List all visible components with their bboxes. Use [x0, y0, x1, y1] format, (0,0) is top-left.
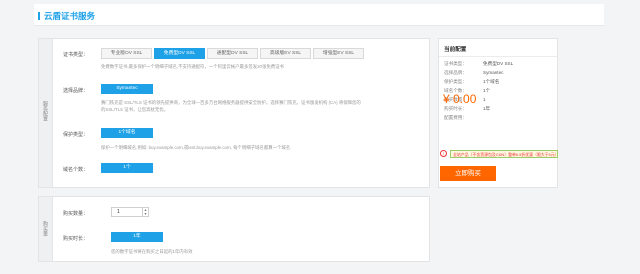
tab-cert-pro-ov[interactable]: 专业版OV SSL: [101, 48, 152, 59]
summary-value-domain-count: 1个: [483, 88, 491, 93]
tab-cert-free-dv[interactable]: 免费型DV SSL: [154, 48, 205, 59]
brand-hint-line1: 赛门铁克是 SSL/TLS 证书的领先提供商，为全球一百多万台网络服务器提供安全…: [101, 100, 361, 105]
summary-title: 当前配置: [444, 47, 467, 53]
tab-cert-advanced-ev[interactable]: 高级版EV SSL: [260, 48, 311, 59]
brand-symantec-button[interactable]: Symantec: [101, 84, 153, 94]
duration-label: 购买时长：: [63, 236, 89, 242]
summary-key-cert-type: 证书类型：: [444, 61, 467, 66]
purchase-section: 购买量 购买数量： 1 ▲ ▼ 购买时长： 1年 您的数字证书将在购买之日起的1年…: [38, 196, 430, 262]
domain-type-label: 保护类型：: [63, 132, 89, 138]
page-header: 云盾证书服务: [34, 4, 604, 26]
summary-key-domain-type: 保护类型：: [444, 79, 467, 84]
summary-divider: [439, 56, 557, 57]
duration-hint: 您的数字证书将在购买之日起的1年内有效: [111, 249, 193, 254]
quantity-value: 1: [117, 209, 120, 215]
domain-count-label: 域名个数：: [63, 167, 89, 173]
summary-key-brand: 选择品牌：: [444, 70, 467, 75]
promo-notice: ! 全站产品（不含资源包及CDN）整单6.5折优惠（限大于5元）: [438, 150, 558, 159]
purchase-side-label: 购买量: [39, 197, 53, 261]
domain-count-button[interactable]: 1个: [101, 163, 153, 173]
domain-type-button[interactable]: 1个域名: [101, 128, 153, 138]
summary-value-duration: 1年: [483, 106, 491, 111]
cert-type-label: 证书类型：: [63, 52, 89, 58]
config-section: 服务配置 证书类型： 专业版OV SSL 免费型DV SSL 通配型DV SSL…: [38, 38, 430, 188]
tab-cert-wildcard-dv[interactable]: 通配型DV SSL: [207, 48, 258, 59]
config-side-label: 服务配置: [39, 39, 53, 187]
summary-key-duration: 购买时长：: [444, 106, 467, 111]
quantity-stepper[interactable]: 1 ▲ ▼: [111, 207, 149, 217]
header-accent-bar: [38, 12, 40, 20]
domain-type-hint: 保护一个明细域名,例如: buy.example.com,或test.buy.e…: [101, 145, 291, 150]
duration-button[interactable]: 1年: [111, 232, 163, 242]
page-title: 云盾证书服务: [44, 11, 96, 21]
exclamation-icon: !: [440, 150, 447, 157]
summary-value-domain-type: 1个域名: [483, 79, 500, 84]
brand-hint-line2: 的SSL/TLS 证书，让您高枕无忧。: [101, 107, 169, 112]
summary-key-fee: 配置费用：: [444, 115, 467, 120]
summary-value-cert-type: 免费型DV SSL: [483, 61, 514, 66]
stepper-arrows-icon[interactable]: ▲ ▼: [142, 208, 148, 216]
summary-value-qty: 1: [483, 97, 486, 102]
summary-value-brand: Symantec: [483, 70, 504, 75]
buy-now-button[interactable]: 立即购买: [440, 166, 496, 181]
price-value: ¥ 0.00: [443, 92, 477, 106]
cert-type-hint: 免费数字证书,最多保护一个明细子域名,不支持通配符，一个阿里云帐户最多签发20张…: [101, 64, 284, 69]
qty-label: 购买数量：: [63, 211, 89, 217]
promo-notice-text: 全站产品（不含资源包及CDN）整单6.5折优惠（限大于5元）: [450, 150, 558, 158]
tab-cert-enhanced-ev[interactable]: 增强型EV SSL: [313, 48, 364, 59]
brand-label: 选择品牌：: [63, 88, 89, 94]
